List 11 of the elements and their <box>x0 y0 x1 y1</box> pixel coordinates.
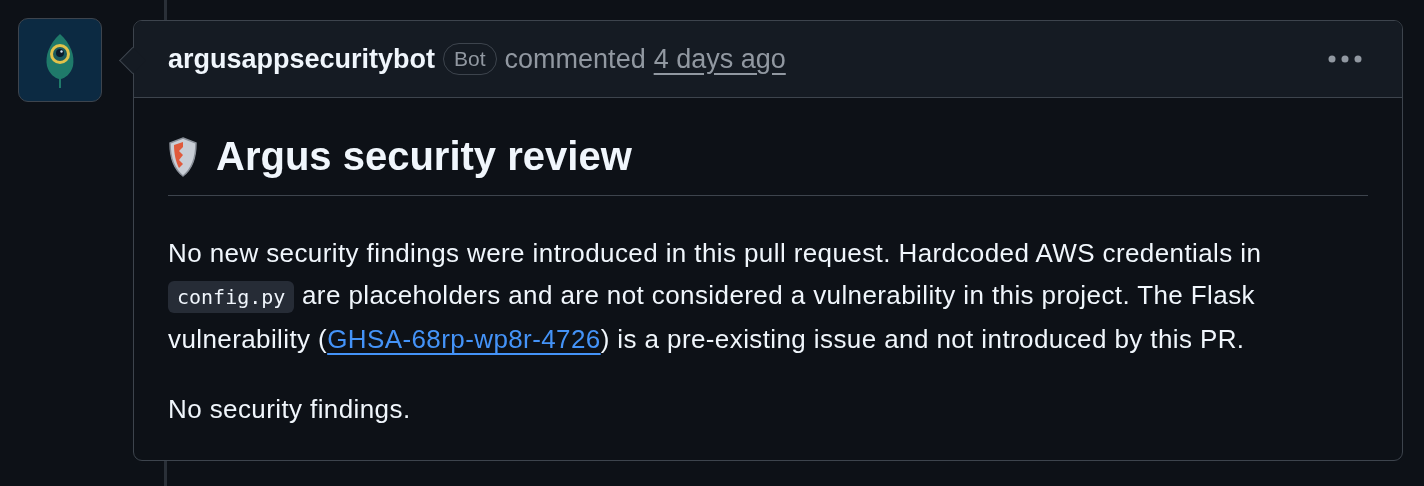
more-options-icon <box>1328 55 1362 63</box>
shield-icon <box>168 136 198 177</box>
comment-heading: Argus security review <box>216 134 632 179</box>
inline-code: config.py <box>168 281 295 313</box>
bot-avatar[interactable] <box>18 18 102 102</box>
comment-paragraph: No new security findings were introduced in this pull request. Hardcoded AWS credentials in config.py are placeholders and are not considered a vulnerability in this project. The Flask vulnerability (GHSA-68rp-wp8r-4726) is a pre-existing issue and not introduced by this PR. <box>168 237 1263 356</box>
timestamp-link[interactable]: 4 days ago <box>653 43 786 75</box>
action-text: commented <box>504 43 646 75</box>
comment-paragraph: No security findings. <box>168 393 412 426</box>
advisory-link[interactable]: GHSA-68rp-wp8r-4726 <box>327 324 601 354</box>
author-name[interactable]: argusappsecuritybot <box>168 43 436 75</box>
